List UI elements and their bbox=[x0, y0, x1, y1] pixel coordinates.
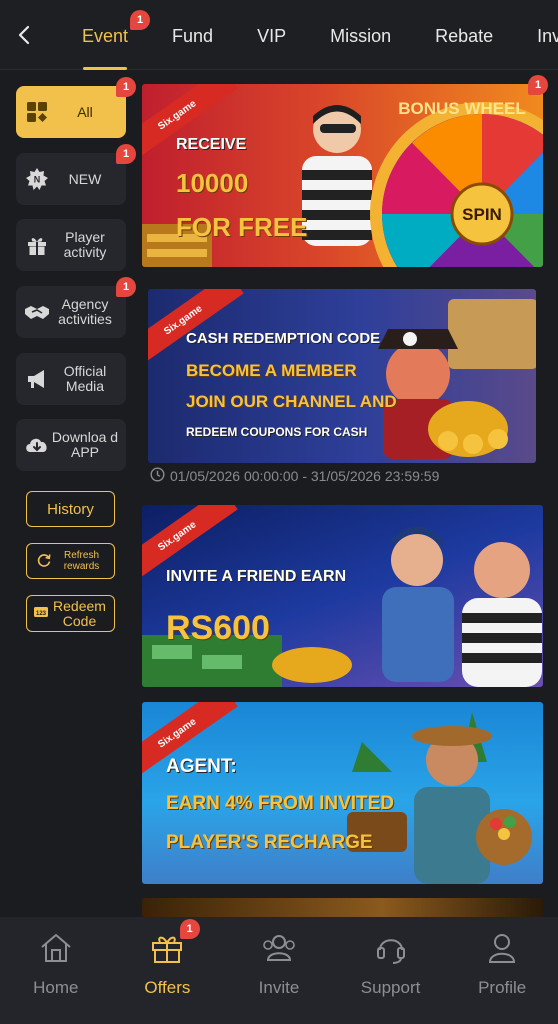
notification-badge: 1 bbox=[116, 144, 136, 164]
sidebar-item-all[interactable]: All 1 bbox=[16, 77, 136, 138]
category-sidebar: All 1 N NEW 1 Player activity Agency act… bbox=[0, 71, 140, 917]
people-icon bbox=[259, 931, 299, 970]
cloud-download-icon bbox=[24, 432, 50, 458]
tab-label: VIP bbox=[257, 26, 287, 46]
banner-partial[interactable] bbox=[142, 898, 543, 917]
banner-line: PLAYER'S RECHARGE bbox=[166, 832, 373, 853]
nav-label: Invite bbox=[258, 978, 300, 997]
history-button[interactable]: History bbox=[26, 491, 115, 527]
svg-text:N: N bbox=[34, 175, 41, 185]
banner-line: BECOME A MEMBER bbox=[186, 361, 357, 380]
notification-badge: 1 bbox=[528, 75, 548, 95]
tab-label: Event bbox=[82, 26, 129, 46]
tab-rebate[interactable]: Rebate bbox=[435, 0, 493, 70]
sidebar-item-label: Downloa d APP bbox=[51, 429, 119, 460]
tab-label: Rebate bbox=[435, 26, 494, 46]
home-icon bbox=[38, 931, 74, 970]
tab-vip[interactable]: VIP bbox=[257, 0, 286, 70]
history-label: History bbox=[47, 500, 94, 518]
new-burst-icon: N bbox=[24, 166, 50, 192]
grid-icon bbox=[24, 99, 50, 125]
notification-badge: 1 bbox=[179, 919, 200, 939]
clock-icon bbox=[150, 467, 165, 485]
banner-line: AGENT: bbox=[166, 756, 237, 777]
bottom-navigation: Home Offers 1 Invite Support Profile bbox=[0, 917, 558, 1024]
sidebar-item-label: Player activity bbox=[63, 229, 107, 260]
sidebar-item-label: Agency activities bbox=[58, 296, 112, 327]
banner-line: RECEIVE bbox=[176, 136, 247, 153]
sidebar-item-label: NEW bbox=[68, 170, 102, 187]
top-tab-bar: Event 1 Fund VIP Mission Rebate Inv bbox=[0, 0, 558, 70]
notification-badge: 1 bbox=[130, 10, 150, 30]
sidebar-item-new[interactable]: N NEW 1 bbox=[16, 144, 136, 205]
refresh-rewards-label: Refresh rewards bbox=[63, 550, 100, 572]
wheel-title: BONUS WHEEL bbox=[398, 99, 526, 118]
sidebar-item-label: Official Media bbox=[63, 363, 107, 394]
banner-line: JOIN OUR CHANNEL AND bbox=[186, 392, 397, 411]
nav-label: Support bbox=[360, 978, 421, 997]
banner-line: CASH REDEMPTION CODE bbox=[186, 330, 381, 347]
redeem-code-button[interactable]: 123 Redeem Code bbox=[26, 595, 115, 632]
tab-event[interactable]: Event 1 bbox=[82, 0, 150, 70]
nav-label: Home bbox=[33, 978, 79, 997]
sidebar-item-label: All bbox=[77, 103, 93, 120]
banner-line: REDEEM COUPONS FOR CASH bbox=[186, 425, 368, 439]
spin-text: SPIN bbox=[462, 205, 502, 224]
person-icon bbox=[484, 931, 520, 970]
svg-text:123: 123 bbox=[35, 611, 46, 617]
refresh-rewards-button[interactable]: Refresh rewards bbox=[26, 543, 115, 579]
sidebar-item-official-media[interactable]: Official Media bbox=[16, 353, 126, 405]
notification-badge: 1 bbox=[116, 77, 136, 97]
sidebar-item-player-activity[interactable]: Player activity bbox=[16, 219, 126, 271]
nav-offers[interactable]: Offers 1 bbox=[112, 917, 224, 1024]
banner-cash-redemption[interactable]: Six.game CASH REDEMPTION CODE BECOME A M… bbox=[148, 289, 536, 463]
sidebar-item-agency-activities[interactable]: Agency activities 1 bbox=[16, 277, 136, 338]
nav-profile[interactable]: Profile bbox=[446, 917, 558, 1024]
banner-bonus-wheel[interactable]: Six.game SPIN BONUS WHEEL RECEIVE 10000 … bbox=[142, 84, 543, 267]
date-range-text: 01/05/2026 00:00:00 - 31/05/2026 23:59:5… bbox=[170, 468, 440, 484]
banner-line: FOR FREE bbox=[176, 212, 308, 242]
banner-line: INVITE A FRIEND EARN bbox=[166, 568, 347, 585]
back-arrow-icon[interactable] bbox=[12, 22, 38, 48]
refresh-icon bbox=[36, 552, 52, 571]
gift-icon bbox=[24, 232, 50, 258]
banner-line: EARN 4% FROM INVITED bbox=[166, 793, 395, 814]
nav-support[interactable]: Support bbox=[335, 917, 447, 1024]
nav-label: Offers bbox=[144, 978, 191, 997]
handshake-icon bbox=[24, 299, 50, 325]
tab-label: Inv bbox=[537, 26, 558, 46]
banner-amount: 10000 bbox=[176, 168, 249, 198]
redeem-code-label: Redeem Code bbox=[53, 597, 106, 629]
banner-agent-earn[interactable]: Six.game AGENT: EARN 4% FROM INVITED PLA… bbox=[142, 702, 543, 884]
nav-invite[interactable]: Invite bbox=[223, 917, 335, 1024]
invite-illustration bbox=[142, 526, 542, 687]
nav-label: Profile bbox=[478, 978, 527, 997]
notification-badge: 1 bbox=[116, 277, 136, 297]
sidebar-item-download-app[interactable]: Downloa d APP bbox=[16, 419, 126, 471]
banner-amount: RS600 bbox=[166, 609, 270, 647]
tab-mission[interactable]: Mission bbox=[330, 0, 391, 70]
tab-invite[interactable]: Inv bbox=[537, 0, 558, 70]
headset-icon bbox=[373, 931, 409, 970]
tab-fund[interactable]: Fund bbox=[172, 0, 213, 70]
nav-home[interactable]: Home bbox=[0, 917, 112, 1024]
tab-label: Mission bbox=[330, 26, 392, 46]
tab-label: Fund bbox=[172, 26, 214, 46]
ticket-icon: 123 bbox=[33, 605, 49, 622]
megaphone-icon bbox=[24, 366, 50, 392]
banner-invite-friend[interactable]: Six.game INVITE A FRIEND EARN RS600 bbox=[142, 505, 543, 687]
event-date-range: 01/05/2026 00:00:00 - 31/05/2026 23:59:5… bbox=[150, 467, 439, 485]
